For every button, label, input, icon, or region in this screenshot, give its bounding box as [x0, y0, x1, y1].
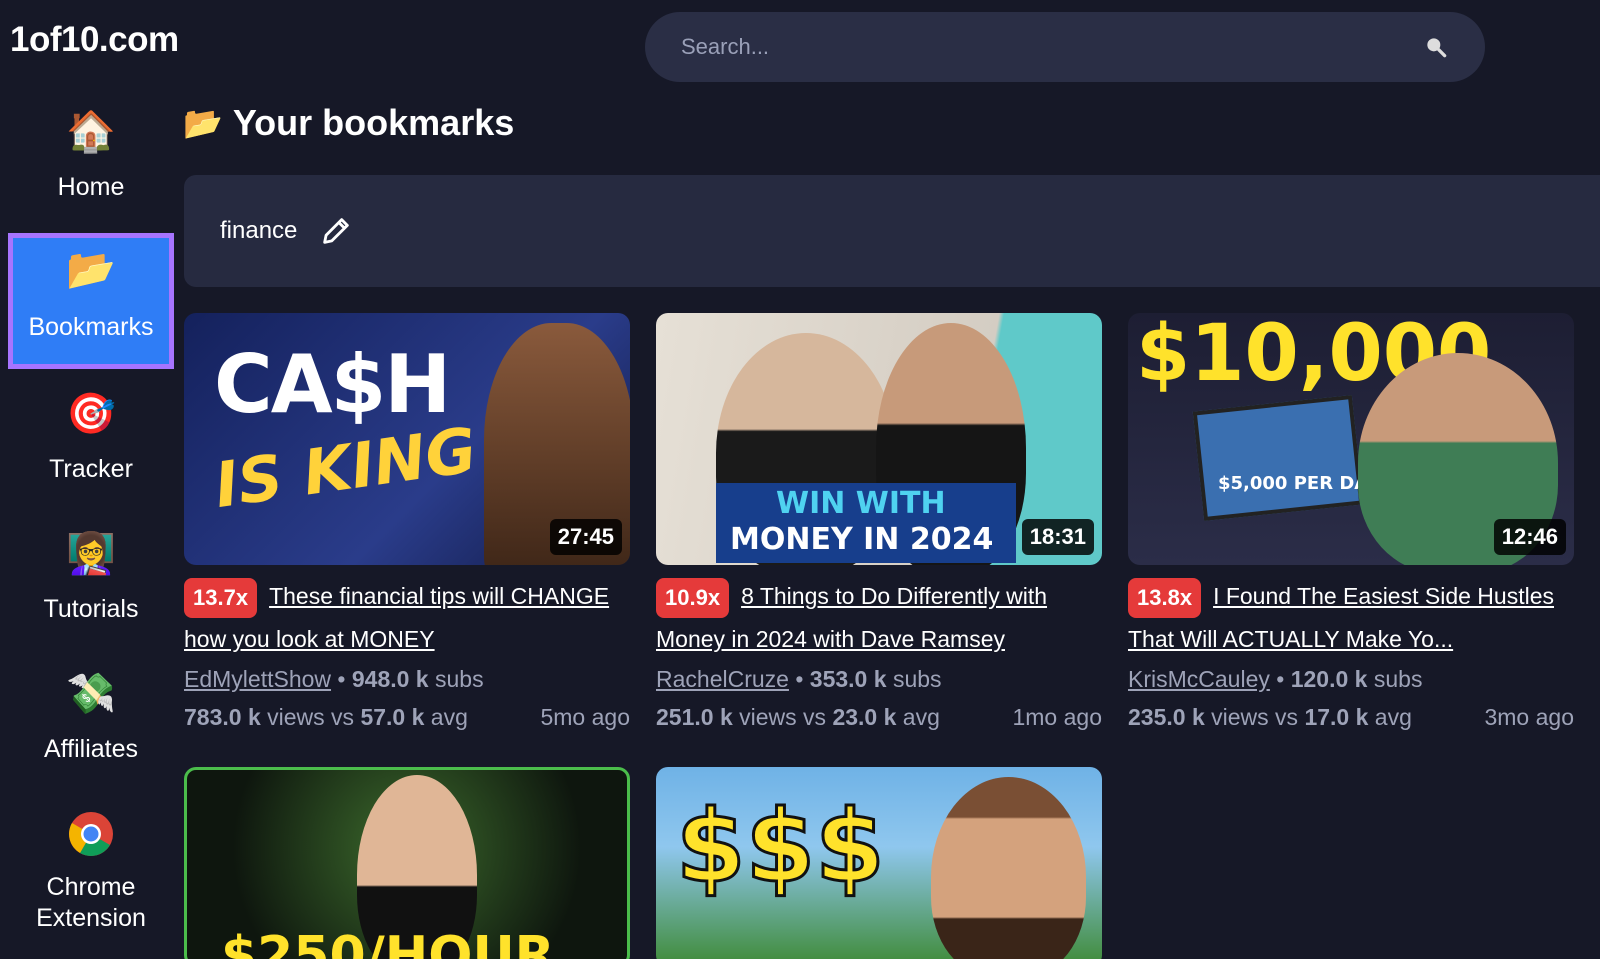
subscriber-count: 353.0 k — [809, 665, 887, 692]
video-card: CA$H IS KING 27:45 13.7x These financial … — [184, 313, 630, 736]
sidebar-item-label: Chrome Extension — [36, 873, 146, 932]
person-image — [931, 777, 1086, 959]
video-thumbnail[interactable]: $$$ — [656, 767, 1102, 959]
video-card: $10,000 $5,000 PER DAY 12:46 13.8x I Foun… — [1128, 313, 1574, 736]
subs-label: subs — [892, 665, 942, 692]
avg-views: 57.0 k — [360, 703, 425, 730]
thumbnail-text: MONEY IN 2024 — [730, 522, 994, 557]
folder-name[interactable]: finance — [220, 217, 297, 245]
teacher-icon: 👩‍🏫 — [66, 532, 116, 576]
channel-link[interactable]: KrisMcCauley — [1128, 666, 1270, 692]
house-icon: 🏠 — [66, 110, 116, 154]
thumbnail-text: $5,000 PER DAY — [1218, 473, 1380, 494]
thumbnail-text: CA$H — [214, 338, 451, 431]
video-thumbnail[interactable]: $250/HOUR — [184, 767, 630, 959]
duration-badge: 27:45 — [549, 519, 622, 555]
folder-bar: finance — [184, 175, 1600, 287]
view-count: 783.0 k — [184, 703, 261, 730]
sidebar-item-label: Tutorials — [43, 595, 139, 623]
channel-link[interactable]: RachelCruze — [656, 666, 789, 692]
outlier-multiplier-badge: 13.7x — [184, 577, 258, 618]
video-thumbnail[interactable]: WIN WITH MONEY IN 2024 18:31 — [656, 313, 1102, 565]
sidebar-item-label: Home — [57, 173, 125, 201]
avg-label: avg — [430, 703, 468, 730]
folder-icon: 📂 — [183, 105, 223, 141]
video-thumbnail[interactable]: CA$H IS KING 27:45 — [184, 313, 630, 565]
laptop-image — [1192, 394, 1364, 522]
subs-label: subs — [1373, 665, 1423, 692]
subscriber-count: 120.0 k — [1290, 665, 1368, 692]
money-wings-icon: 💸 — [66, 672, 116, 716]
sidebar-item-label: Bookmarks — [28, 313, 154, 341]
duration-badge: 12:46 — [1493, 519, 1566, 555]
avg-views: 17.0 k — [1304, 703, 1369, 730]
subs-label: subs — [435, 665, 484, 692]
sidebar-item-affiliates[interactable]: 💸 Affiliates — [8, 670, 174, 765]
folder-icon: 📂 — [66, 248, 116, 292]
sidebar-item-label: Tracker — [49, 455, 133, 483]
search-bar[interactable] — [645, 12, 1485, 82]
avg-views: 23.0 k — [832, 703, 897, 730]
sidebar-item-tracker[interactable]: 🎯 Tracker — [8, 390, 174, 485]
avg-label: avg — [902, 703, 940, 730]
upload-age: 5mo ago — [540, 703, 630, 730]
sidebar-item-bookmarks[interactable]: 📂 Bookmarks — [8, 233, 174, 369]
search-input[interactable] — [681, 34, 1423, 60]
video-card: $$$ — [656, 767, 1102, 959]
duration-badge: 18:31 — [1021, 519, 1094, 555]
subscriber-count: 948.0 k — [351, 665, 429, 692]
views-vs-label: views vs — [267, 703, 355, 730]
edit-pencil-icon[interactable] — [319, 214, 353, 248]
outlier-multiplier-badge: 10.9x — [656, 577, 730, 618]
view-count: 251.0 k — [656, 703, 733, 730]
sidebar-item-home[interactable]: 🏠 Home — [8, 108, 174, 203]
sidebar-item-label: Affiliates — [43, 735, 139, 763]
views-vs-label: views vs — [1211, 703, 1299, 730]
thumbnail-text: WIN WITH — [776, 486, 946, 521]
target-icon: 🎯 — [66, 392, 116, 436]
thumbnail-text: $$$ — [675, 788, 887, 905]
video-card: WIN WITH MONEY IN 2024 18:31 10.9x 8 Thin… — [656, 313, 1102, 736]
sidebar-item-tutorials[interactable]: 👩‍🏫 Tutorials — [8, 530, 174, 625]
channel-link[interactable]: EdMylettShow — [184, 666, 331, 692]
views-vs-label: views vs — [739, 703, 827, 730]
outlier-multiplier-badge: 13.8x — [1128, 577, 1202, 618]
avg-label: avg — [1374, 703, 1412, 730]
upload-age: 1mo ago — [1012, 703, 1102, 730]
logo[interactable]: 1of10.com — [10, 20, 179, 60]
video-card: $250/HOUR — [184, 767, 630, 959]
video-thumbnail[interactable]: $10,000 $5,000 PER DAY 12:46 — [1128, 313, 1574, 565]
sidebar-item-chrome-extension[interactable]: Chrome Extension — [8, 810, 174, 934]
chrome-icon — [69, 812, 113, 856]
page-title: 📂 Your bookmarks — [183, 102, 514, 144]
view-count: 235.0 k — [1128, 703, 1205, 730]
thumbnail-text: IS KING — [210, 413, 481, 522]
search-icon[interactable] — [1423, 34, 1449, 60]
thumbnail-text: $250/HOUR — [221, 926, 555, 959]
upload-age: 3mo ago — [1484, 703, 1574, 730]
page-title-text: Your bookmarks — [232, 102, 515, 143]
